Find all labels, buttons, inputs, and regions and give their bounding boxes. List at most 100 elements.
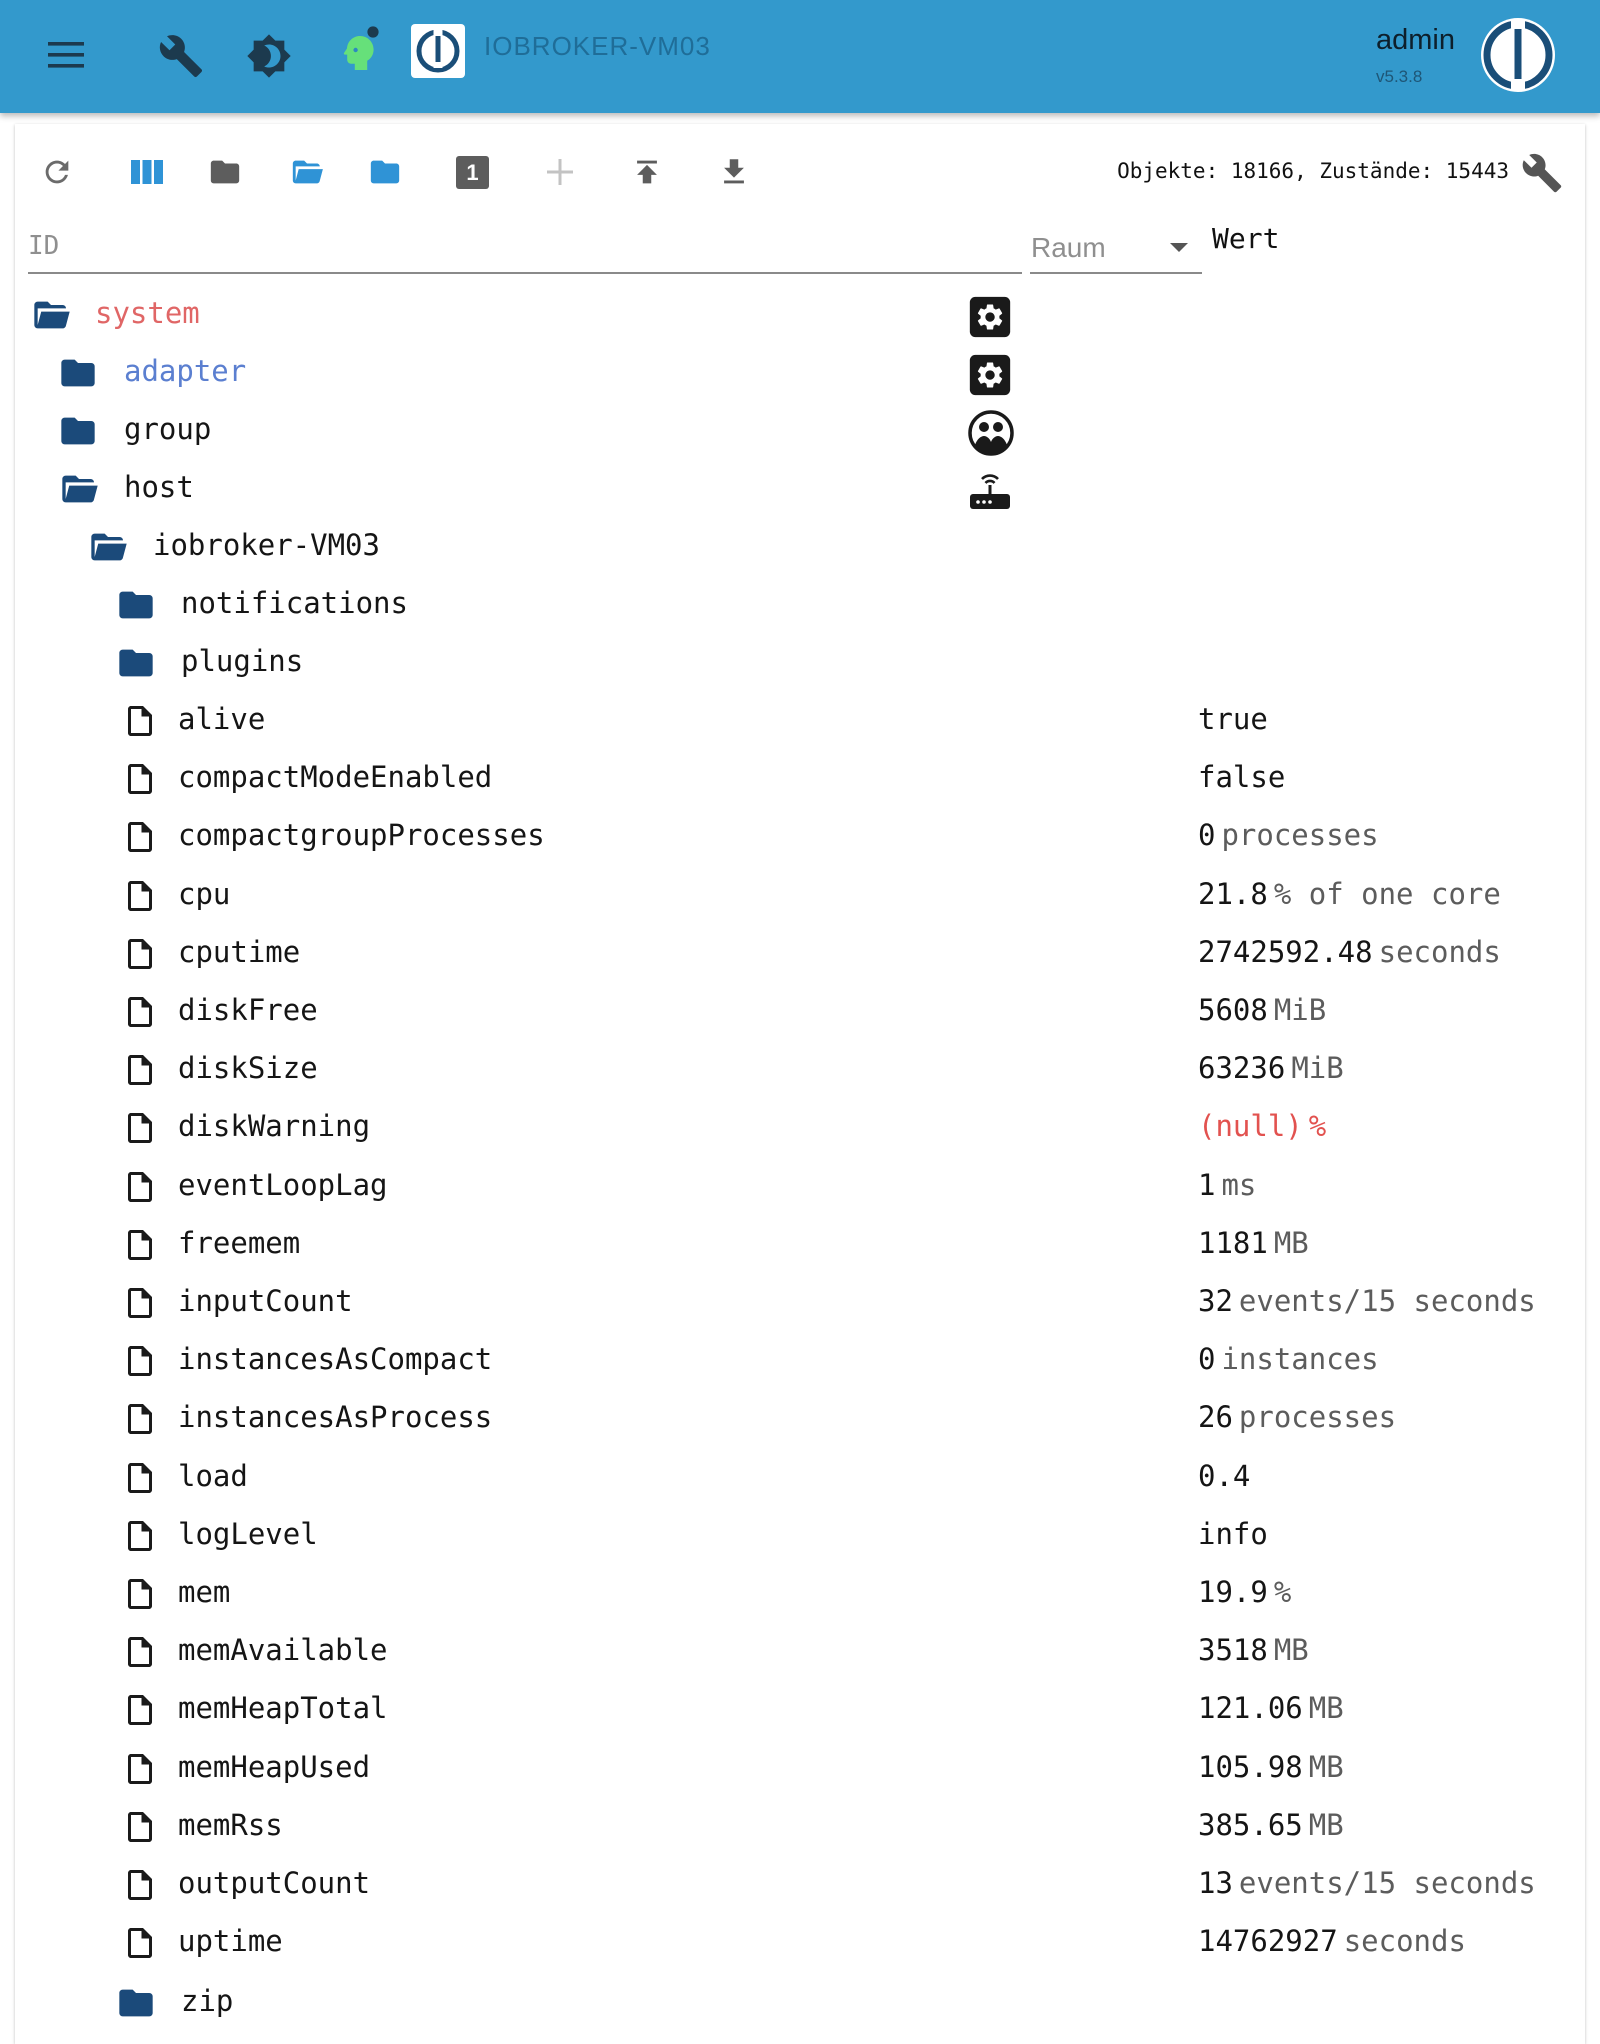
tree-row-notifications[interactable]: notifications [0,575,1600,633]
tree-row-state[interactable]: mem 19.9% [0,1564,1600,1622]
tree-row-state[interactable]: uptime 14762927 seconds [0,1913,1600,1971]
state-value[interactable]: false [1198,760,1285,794]
state-name: eventLoopLag [178,1168,388,1202]
tree-row-state[interactable]: inputCount 32 events/15 seconds [0,1273,1600,1331]
tree-row-state[interactable]: memHeapUsed 105.98 MB [0,1739,1600,1797]
state-value[interactable]: 5608 MiB [1198,993,1326,1027]
state-value-text: 14762927 [1198,1924,1338,1958]
state-value[interactable]: 32 events/15 seconds [1198,1284,1536,1318]
tree-row-state[interactable]: load 0.4 [0,1448,1600,1506]
tree-row-state[interactable]: outputCount 13 events/15 seconds [0,1855,1600,1913]
expert-mode-icon[interactable] [334,22,382,78]
tree-row-adapter[interactable]: adapter [0,343,1600,401]
folder-icon[interactable] [368,155,402,189]
tree-row-state[interactable]: memHeapTotal 121.06 MB [0,1680,1600,1738]
tree-row-state[interactable]: compactModeEnabled false [0,749,1600,807]
tree-row-host-instance[interactable]: iobroker-VM03 [0,517,1600,575]
state-value[interactable]: 105.98 MB [1198,1750,1344,1784]
state-name: memAvailable [178,1633,388,1667]
tree-row-state[interactable]: logLevel info [0,1506,1600,1564]
tree-row-plugins[interactable]: plugins [0,633,1600,691]
refresh-icon[interactable] [40,155,74,189]
file-icon [128,939,152,969]
state-value[interactable]: 14762927 seconds [1198,1924,1466,1958]
wrench-icon[interactable] [158,33,204,79]
state-value[interactable]: 19.9% [1198,1575,1291,1609]
state-value[interactable]: 1 ms [1198,1168,1256,1202]
tree-row-zip[interactable]: zip [0,1973,1600,2031]
folder-open-icon[interactable] [56,469,102,509]
state-value[interactable]: true [1198,702,1268,736]
download-icon[interactable] [717,154,751,190]
tree-row-state[interactable]: diskWarning (null)% [0,1098,1600,1156]
folder-icon[interactable] [56,411,100,451]
tree-row-state[interactable]: diskSize 63236 MiB [0,1040,1600,1098]
state-value[interactable]: 0 processes [1198,818,1379,852]
tree-row-host[interactable]: host [0,459,1600,517]
state-value[interactable]: 1181 MB [1198,1226,1309,1260]
state-value-text: 121.06 [1198,1691,1303,1725]
state-name: logLevel [178,1517,318,1551]
folder-icon[interactable] [114,585,158,625]
menu-icon[interactable] [48,40,84,70]
state-name: diskSize [178,1051,318,1085]
upload-icon[interactable] [630,154,664,190]
state-value[interactable]: 13 events/15 seconds [1198,1866,1536,1900]
folder-open-icon[interactable] [85,527,131,567]
file-icon [128,1754,152,1784]
tree-row-group[interactable]: group [0,401,1600,459]
theme-toggle-icon[interactable] [246,33,292,79]
tree-row-state[interactable]: instancesAsCompact 0 instances [0,1331,1600,1389]
tree-label: group [124,412,212,446]
state-value-text: 32 [1198,1284,1233,1318]
depth-badge-icon[interactable]: 1 [456,156,489,189]
state-value[interactable]: info [1198,1517,1268,1551]
state-value[interactable]: (null)% [1198,1109,1326,1143]
state-unit: seconds [1378,935,1501,969]
state-value[interactable]: 63236 MiB [1198,1051,1344,1085]
tree-row-state[interactable]: alive true [0,691,1600,749]
state-unit: seconds [1343,1924,1466,1958]
tree-row-state[interactable]: memRss 385.65 MB [0,1797,1600,1855]
file-icon [128,1463,152,1493]
folder-icon[interactable] [56,353,100,393]
file-icon [128,1812,152,1842]
state-value-text: (null) [1198,1109,1303,1143]
state-value[interactable]: 121.06 MB [1198,1691,1344,1725]
state-value[interactable]: 26 processes [1198,1400,1396,1434]
add-icon[interactable] [545,157,575,187]
state-value[interactable]: 0.4 [1198,1459,1250,1493]
tree-row-state[interactable]: memAvailable 3518 MB [0,1622,1600,1680]
file-icon [128,764,152,794]
tree-row-state[interactable]: instancesAsProcess 26 processes [0,1389,1600,1447]
tree-row-state[interactable]: compactgroupProcesses 0 processes [0,807,1600,865]
iobroker-logo-icon[interactable] [1480,17,1556,93]
tree-row-state[interactable]: freemem 1181 MB [0,1215,1600,1273]
room-filter-select[interactable]: Raum [1030,224,1202,274]
id-filter-input[interactable] [28,224,1022,268]
wrench-icon[interactable] [1521,152,1563,194]
user-name[interactable]: admin [1376,24,1455,57]
tree-row-state[interactable]: cputime 2742592.48 seconds [0,924,1600,982]
tree-row-state[interactable]: cpu 21.8% of one core [0,866,1600,924]
folder-icon[interactable] [208,155,242,189]
state-unit: processes [1238,1400,1397,1434]
columns-icon[interactable] [130,156,164,188]
dropdown-arrow-icon [1170,243,1188,252]
folder-open-icon[interactable] [28,295,74,335]
tree-row-system[interactable]: system [0,285,1600,343]
state-name: mem [178,1575,231,1609]
file-icon [128,997,152,1027]
tree-row-state[interactable]: diskFree 5608 MiB [0,982,1600,1040]
state-value[interactable]: 0 instances [1198,1342,1379,1376]
folder-icon[interactable] [114,643,158,683]
state-unit: MiB [1273,993,1327,1027]
state-value[interactable]: 3518 MB [1198,1633,1309,1667]
state-value[interactable]: 21.8% of one core [1198,877,1501,911]
state-value[interactable]: 385.65 MB [1198,1808,1344,1842]
state-value[interactable]: 2742592.48 seconds [1198,935,1501,969]
state-value-text: 2742592.48 [1198,935,1373,969]
tree-row-state[interactable]: eventLoopLag 1 ms [0,1157,1600,1215]
folder-open-icon[interactable] [289,155,325,189]
folder-icon[interactable] [114,1983,158,2023]
